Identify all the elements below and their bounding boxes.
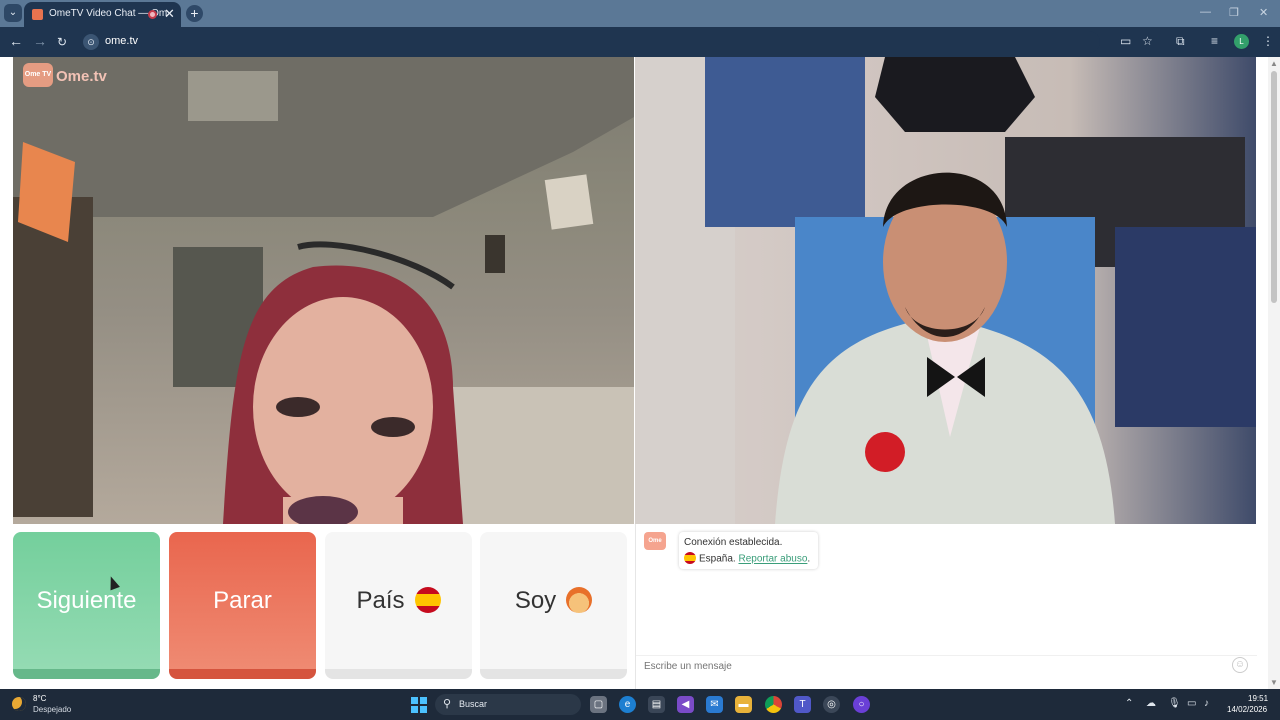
site-info-icon[interactable]: ⊙ [83,34,99,50]
remote-video-feed [635,57,1256,524]
forward-arrow-icon[interactable]: → [33,33,47,49]
stop-button[interactable]: Parar [169,532,316,679]
tray-overflow-icon[interactable]: ⌃ [1125,698,1133,709]
address-bar[interactable]: ⊙ ome.tv [80,31,1100,53]
report-abuse-link[interactable]: Reportar abuso [738,554,807,565]
back-arrow-icon[interactable]: ← [9,33,23,49]
profile-avatar[interactable]: L [1234,34,1249,49]
mail-icon[interactable]: ✉ [706,696,723,713]
ometv-logo-text: Ome.tv [56,68,107,85]
url-text[interactable]: ome.tv [105,35,138,47]
browser-toolbar: ← → ↻ ⊙ ome.tv ▭ ☆ ⧉ ≡ L ⋮ [0,27,1280,57]
remote-video-scene [635,57,1256,524]
close-window-button[interactable]: ✕ [1259,6,1268,19]
browser-tab-ometv[interactable]: OmeTV Video Chat — Ome ✕ [24,2,181,27]
windows-taskbar: 8°C Despejado ⚲ Buscar ▢ e ▤ ◀ ✉ ▬ T ◎ ○… [0,689,1280,720]
partner-country-text: España. [699,553,736,565]
assistant-app-icon[interactable]: ○ [853,696,870,713]
task-view-icon[interactable]: ▢ [590,696,607,713]
connection-status-text: Conexión establecida. [684,537,783,548]
local-video-feed: Ome TV Ome.tv [13,57,634,524]
page-scrollbar[interactable]: ▲ ▼ [1268,57,1280,689]
extensions-puzzle-icon[interactable]: ⧉ [1176,34,1185,49]
chat-panel: Ome TV Conexión establecida. España. Rep… [635,524,1257,689]
partner-country-line: España. Reportar abuso. [684,552,811,565]
volume-icon[interactable]: ♪ [1204,698,1209,709]
network-icon[interactable]: ▭ [1187,698,1196,709]
ometv-page: Ome TV Ome.tv Siguiente Parar País Soy O… [0,57,1280,689]
cast-icon[interactable]: ▭ [1120,34,1131,48]
teams-icon[interactable]: T [794,696,811,713]
taskbar-search-box[interactable]: ⚲ Buscar [435,694,581,715]
message-input[interactable] [636,655,1257,677]
scrollbar-thumb[interactable] [1271,71,1277,303]
emoji-picker-icon[interactable]: ☺ [1232,657,1248,673]
weather-condition[interactable]: Despejado [33,705,71,714]
chrome-icon[interactable] [765,696,782,713]
country-filter-button[interactable]: País [325,532,472,679]
local-video-scene [13,57,634,524]
stop-button-label: Parar [213,587,272,614]
next-button[interactable]: Siguiente [13,532,160,679]
tab-search-menu-button[interactable]: ⌄ [4,4,22,22]
scroll-up-icon[interactable]: ▲ [1270,59,1278,68]
bookmark-star-icon[interactable]: ☆ [1142,34,1153,48]
file-explorer-icon[interactable]: ▬ [735,696,752,713]
visual-studio-icon[interactable]: ◀ [677,696,694,713]
gender-select-button[interactable]: Soy [480,532,627,679]
microphone-icon[interactable]: 🎙︎ [1168,698,1181,709]
search-icon: ⚲ [443,698,452,710]
ometv-logo-icon: Ome TV [23,63,53,87]
tab-strip: ⌄ OmeTV Video Chat — Ome ✕ + — ❐ ✕ [0,0,1280,27]
search-label: Buscar [459,699,488,709]
spain-flag-icon [414,586,441,613]
ometv-chat-avatar-icon: Ome TV [644,532,666,562]
ometv-favicon-icon [32,9,43,20]
new-tab-button[interactable]: + [186,5,203,22]
country-button-label: País [356,587,405,614]
report-suffix: . [807,553,811,565]
tab-close-button[interactable]: ✕ [164,6,175,22]
recording-indicator-icon [148,10,157,19]
spain-flag-icon [684,552,696,564]
onedrive-icon[interactable]: ☁ [1146,698,1156,709]
clock-time[interactable]: 19:51 [1248,694,1268,703]
windows-start-icon[interactable] [411,697,427,713]
media-controls-icon[interactable]: ≡ [1211,34,1218,48]
system-message: Conexión establecida. España. Reportar a… [679,532,818,569]
clock-date[interactable]: 14/02/2026 [1227,705,1267,714]
obs-icon[interactable]: ◎ [823,696,840,713]
next-button-label: Siguiente [36,587,137,614]
minimize-button[interactable]: — [1200,6,1211,18]
scroll-down-icon[interactable]: ▼ [1270,678,1278,687]
store-icon[interactable]: ▤ [648,696,665,713]
moon-weather-icon[interactable] [12,697,26,711]
gender-button-label: Soy [514,587,557,614]
boy-emoji-icon [566,586,593,613]
maximize-button[interactable]: ❐ [1229,6,1239,19]
weather-temperature[interactable]: 8°C [33,694,46,703]
edge-browser-icon[interactable]: e [619,696,636,713]
browser-menu-icon[interactable]: ⋮ [1262,34,1274,48]
reload-icon[interactable]: ↻ [57,35,67,49]
